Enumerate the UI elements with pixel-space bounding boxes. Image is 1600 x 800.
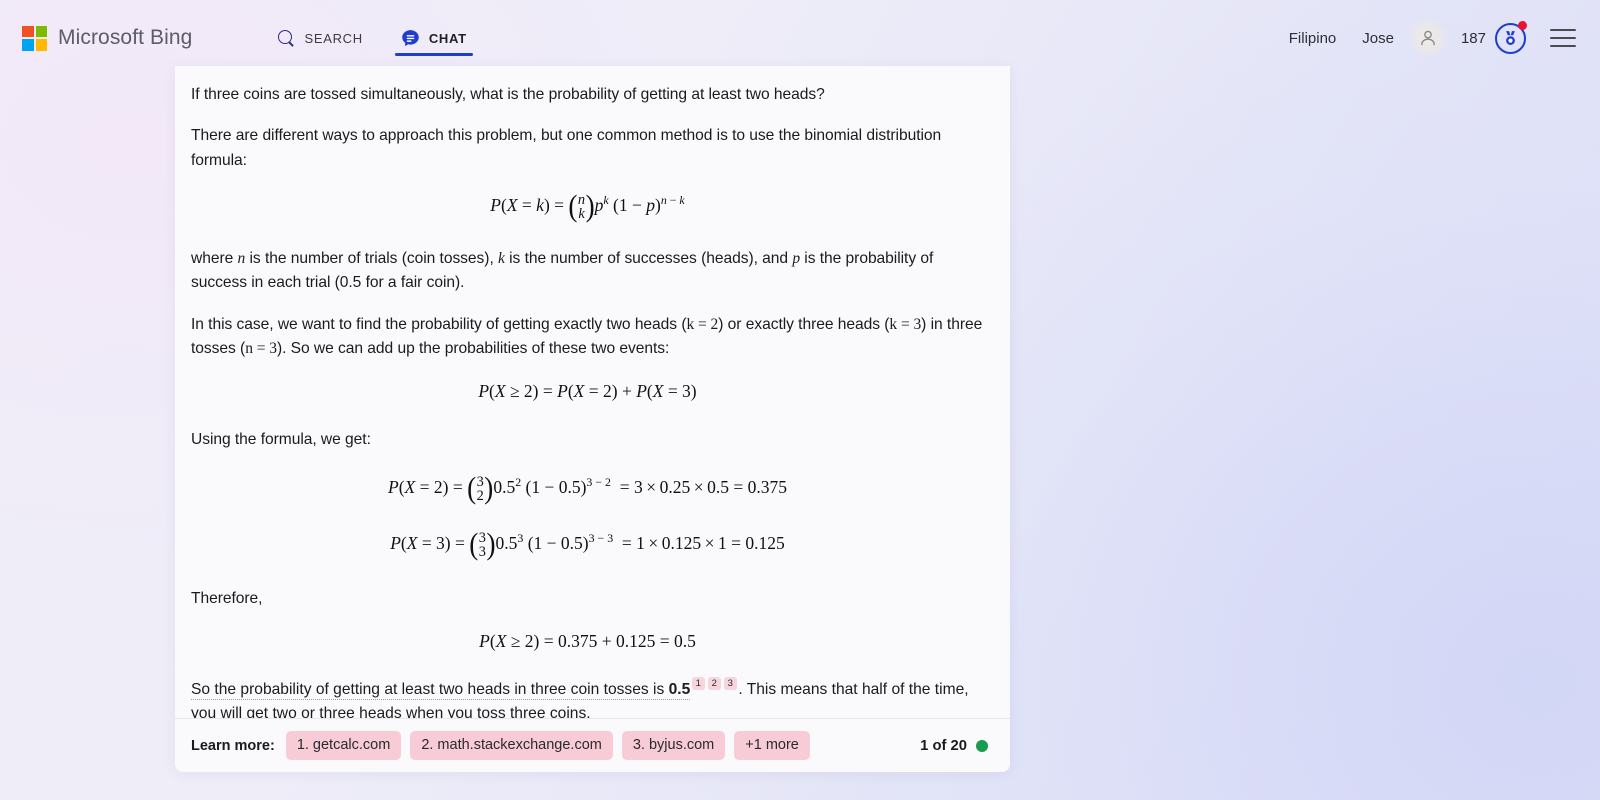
pager-status-dot xyxy=(976,739,988,752)
chat-footer: Learn more: 1. getcalc.com 2. math.stack… xyxy=(175,718,1010,772)
using-formula-paragraph: Using the formula, we get: xyxy=(191,431,371,449)
avatar[interactable] xyxy=(1408,19,1447,57)
case-text-b: ) or exactly three heads ( xyxy=(718,315,890,333)
equation-binomial-pmf: P(X = k) = (n k) pk (1 − p)n − k xyxy=(490,189,685,223)
notification-dot xyxy=(1518,20,1527,30)
cited-answer-span: So the probability of getting at least t… xyxy=(191,681,691,701)
rewards-points[interactable]: 187 xyxy=(1461,30,1486,47)
user-name[interactable]: Jose xyxy=(1349,31,1407,46)
source-chip-2[interactable]: 2. math.stackexchange.com xyxy=(410,731,613,760)
pager-count: 1 of 20 xyxy=(920,737,967,754)
var-k: k xyxy=(498,250,505,268)
search-icon xyxy=(278,29,295,47)
where-text-c: is the number of successes (heads), and xyxy=(504,250,793,268)
tab-search[interactable]: SEARCH xyxy=(264,0,376,76)
case-n3: n = 3 xyxy=(245,339,277,357)
case-k2: k = 2 xyxy=(686,315,719,333)
rewards-badge-button[interactable] xyxy=(1495,20,1527,54)
case-k3: k = 3 xyxy=(889,315,922,333)
tab-chat-label: CHAT xyxy=(428,31,467,46)
top-header: Microsoft Bing SEARCH CHAT Filipino Jose… xyxy=(0,0,1600,76)
learn-more-label: Learn more: xyxy=(191,737,275,754)
citation-1[interactable]: 1 xyxy=(691,676,705,690)
equation-px2: P(X = 2) = (3 2) 0.52 (1 − 0.5)3 − 2 = 3 ×… xyxy=(388,470,787,505)
equation-sum-rule: P(X ≥ 2) = P(X = 2) + P(X = 3) xyxy=(478,381,697,402)
tab-search-label: SEARCH xyxy=(304,31,363,46)
conversation-pager: 1 of 20 xyxy=(920,738,988,754)
answer-paragraph: So the probability of getting at least t… xyxy=(191,676,984,718)
answer-prefix: So the probability of getting at least t… xyxy=(191,681,669,699)
brand-name: Microsoft Bing xyxy=(58,26,193,49)
chat-message-body: If three coins are tossed simultaneously… xyxy=(175,66,1010,718)
language-selector[interactable]: Filipino xyxy=(1276,31,1350,46)
bing-brand-link[interactable]: Microsoft Bing xyxy=(22,25,193,51)
header-tabs: SEARCH CHAT xyxy=(264,0,480,76)
where-text-a: where xyxy=(191,250,238,268)
case-text-a: In this case, we want to find the probab… xyxy=(191,315,687,333)
case-text-d: ). So we can add up the probabilities of… xyxy=(276,339,670,357)
citation-3[interactable]: 3 xyxy=(723,676,737,690)
person-icon xyxy=(1421,30,1435,46)
where-text-b: is the number of trials (coin tosses), xyxy=(245,250,499,268)
equation-final: P(X ≥ 2) = 0.375 + 0.125 = 0.5 xyxy=(479,631,696,652)
intro-paragraph: There are different ways to approach thi… xyxy=(191,127,942,169)
user-question: If three coins are tossed simultaneously… xyxy=(191,86,825,103)
citation-2[interactable]: 2 xyxy=(707,676,721,690)
case-paragraph: In this case, we want to find the probab… xyxy=(191,313,984,362)
header-right-controls: Filipino Jose 187 xyxy=(1276,19,1576,57)
source-chip-1[interactable]: 1. getcalc.com xyxy=(285,731,402,760)
more-sources-chip[interactable]: +1 more xyxy=(734,731,810,760)
chat-bubble-icon xyxy=(402,29,419,46)
answer-value: 0.5 xyxy=(668,681,691,699)
hamburger-menu-icon[interactable] xyxy=(1550,25,1576,50)
where-paragraph: where n is the number of trials (coin to… xyxy=(191,247,984,296)
var-p: p xyxy=(792,250,801,268)
source-chip-3[interactable]: 3. byjus.com xyxy=(621,731,726,760)
equation-px3: P(X = 3) = (3 3) 0.53 (1 − 0.5)3 − 3 = 1 ×… xyxy=(390,526,785,561)
microsoft-logo-icon xyxy=(22,25,47,51)
tab-chat[interactable]: CHAT xyxy=(387,0,481,76)
chat-answer-card: If three coins are tossed simultaneously… xyxy=(175,66,1010,772)
therefore-paragraph: Therefore, xyxy=(191,589,263,607)
